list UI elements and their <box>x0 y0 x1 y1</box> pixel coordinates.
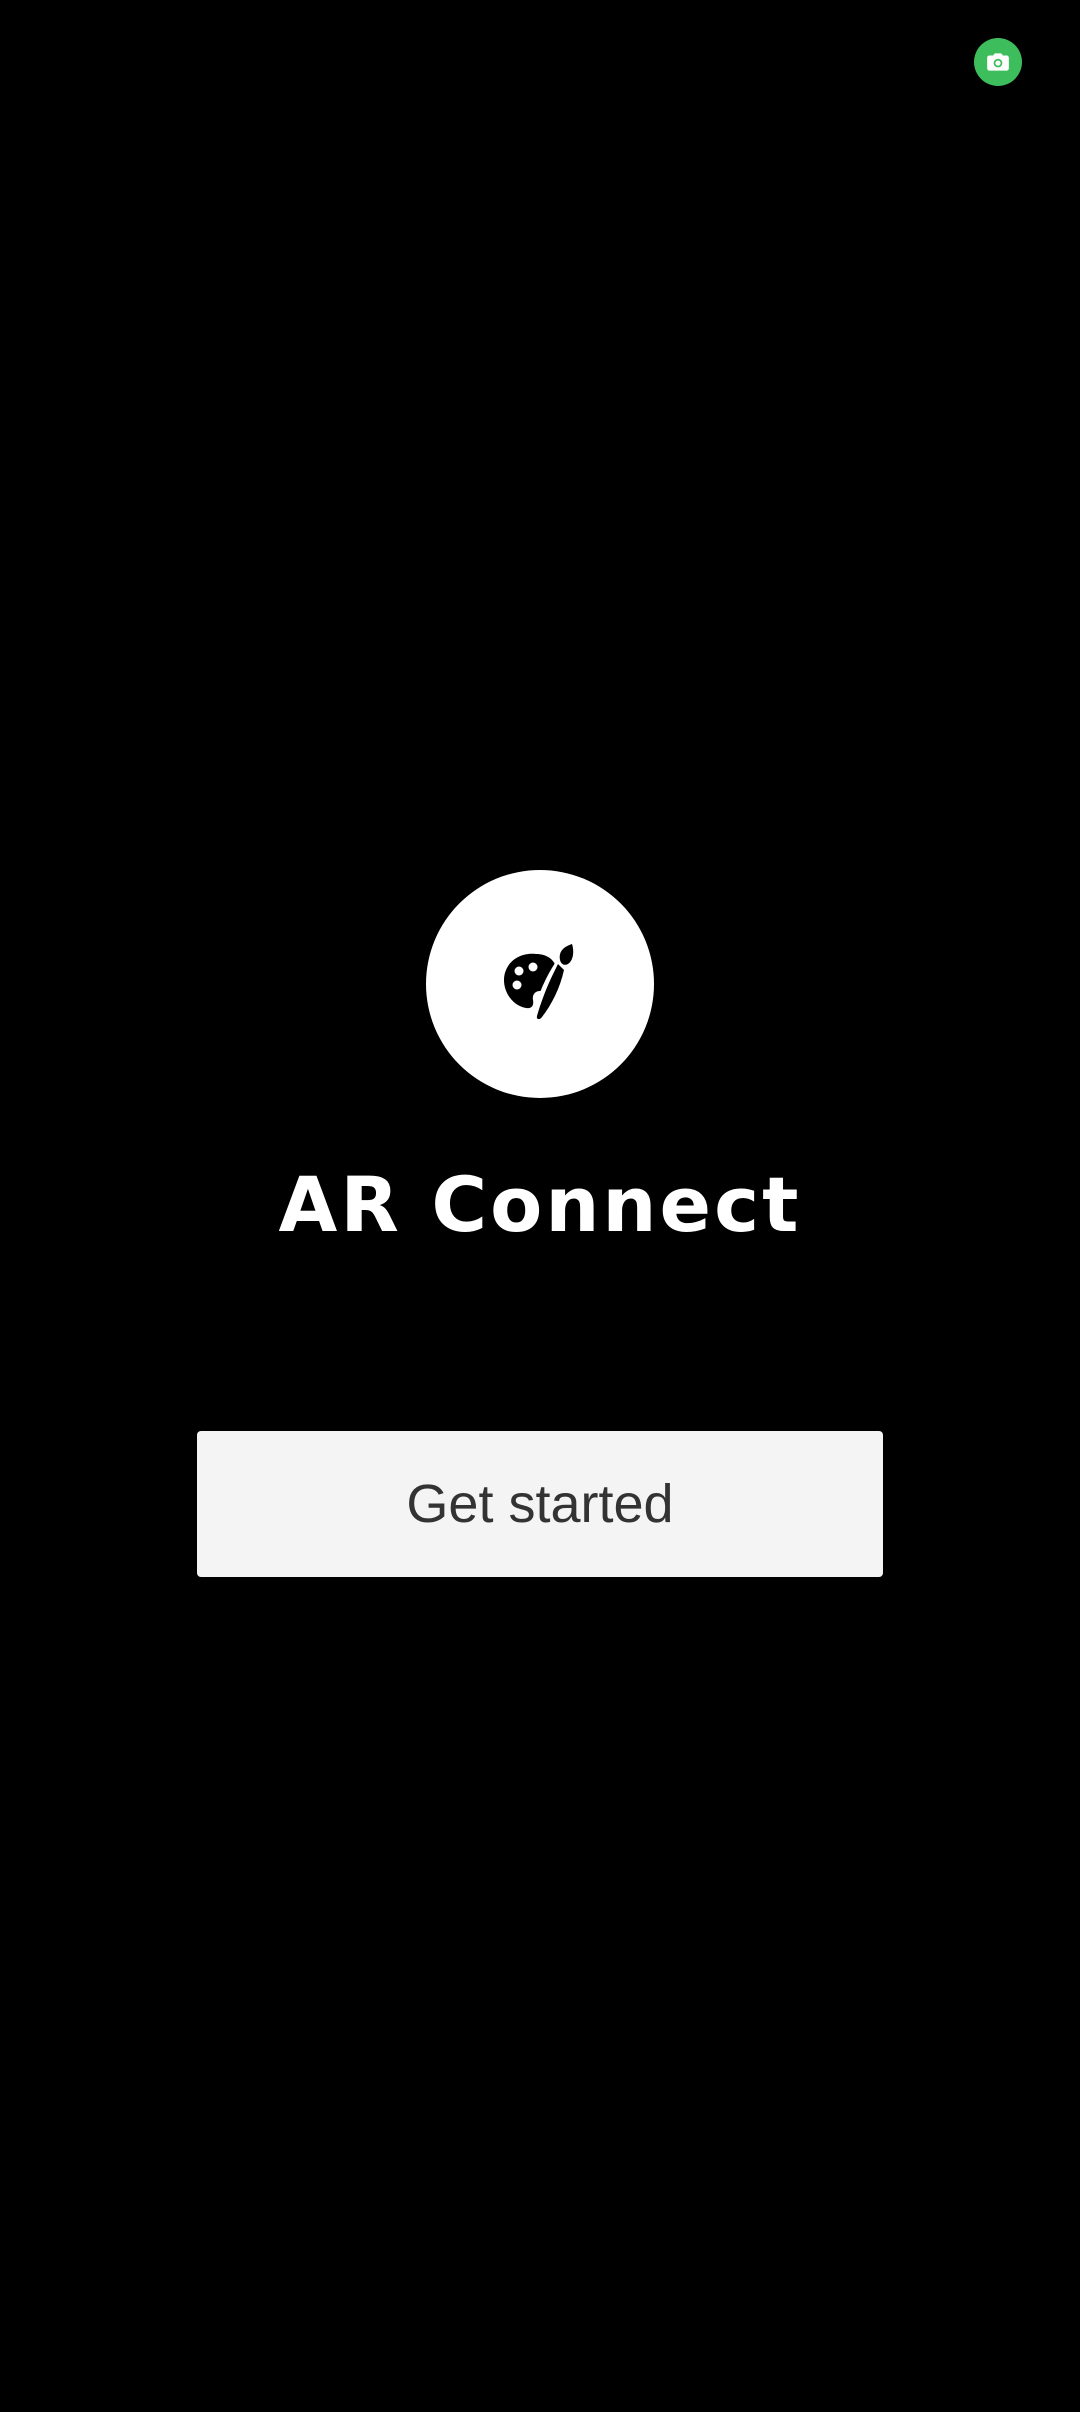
app-logo <box>426 870 654 1098</box>
camera-in-use-indicator <box>974 38 1022 86</box>
splash-screen: AR Connect Get started <box>0 0 1080 2412</box>
camera-icon <box>985 49 1011 75</box>
palette-brush-icon <box>490 934 590 1034</box>
app-title: AR Connect <box>278 1160 802 1249</box>
get-started-button[interactable]: Get started <box>197 1431 883 1577</box>
